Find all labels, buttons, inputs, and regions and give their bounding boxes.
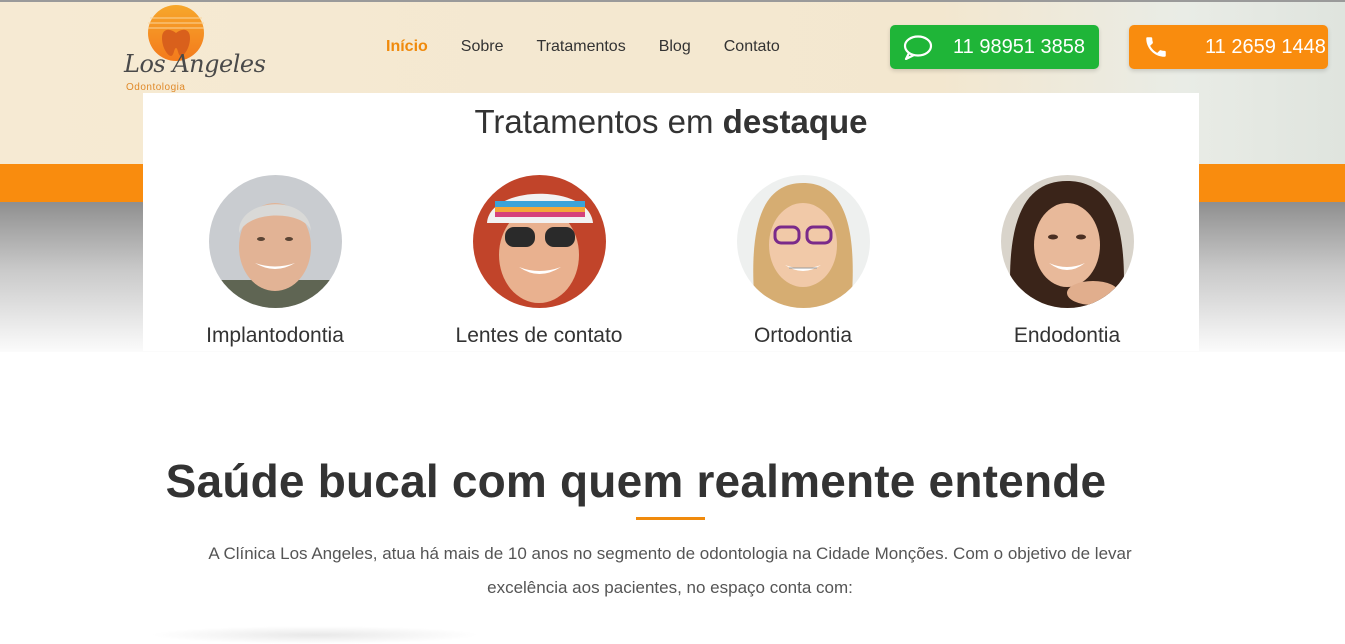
featured-title-normal: Tratamentos em (474, 103, 723, 140)
treatment-endodontia[interactable]: Endodontia (935, 175, 1199, 348)
treatment-label: Lentes de contato (455, 324, 623, 347)
section-title: Saúde bucal com quem realmente entende (165, 455, 1107, 507)
nav-item-blog[interactable]: Blog (659, 38, 691, 58)
treatment-label: Implantodontia (206, 324, 344, 347)
section-description: A Clínica Los Angeles, atua há mais de 1… (208, 544, 1132, 597)
nav-item-inicio[interactable]: Início (386, 38, 428, 58)
treatment-label: Endodontia (1013, 324, 1121, 347)
phone-button[interactable]: 11 2659 1448 (1129, 25, 1328, 69)
treatment-implantodontia[interactable]: Implantodontia (143, 175, 407, 348)
treatment-label: Ortodontia (753, 324, 853, 347)
older-man-smiling-photo (208, 175, 342, 308)
main-nav: Início Sobre Tratamentos Blog Contato (386, 38, 813, 58)
phone-icon (1141, 32, 1171, 62)
title-divider (636, 517, 705, 520)
featured-treatments-card: Tratamentos em destaque Implantodontia L… (143, 93, 1199, 351)
whatsapp-chat-icon (903, 32, 933, 62)
logo-subtitle: Odontologia (126, 82, 186, 93)
logo-wordmark: Los Angeles (124, 50, 266, 78)
whatsapp-number: 11 98951 3858 (953, 35, 1085, 58)
phone-number: 11 2659 1448 (1205, 35, 1326, 58)
woman-sunglasses-hat-photo (472, 175, 606, 308)
bottom-image-fade (150, 626, 480, 644)
logo[interactable]: Los Angeles Odontologia (118, 4, 266, 96)
girl-glasses-braces-photo (736, 175, 870, 308)
treatment-lentes-de-contato[interactable]: Lentes de contato (407, 175, 671, 348)
treatment-ortodontia[interactable]: Ortodontia (671, 175, 935, 348)
nav-item-sobre[interactable]: Sobre (461, 38, 504, 58)
whatsapp-button[interactable]: 11 98951 3858 (890, 25, 1099, 69)
nav-item-contato[interactable]: Contato (724, 38, 780, 58)
featured-title-bold: destaque (722, 103, 868, 140)
featured-title: Tratamentos em destaque (143, 103, 1199, 141)
woman-smiling-hand-chin-photo (1000, 175, 1134, 308)
nav-item-tratamentos[interactable]: Tratamentos (536, 38, 625, 58)
